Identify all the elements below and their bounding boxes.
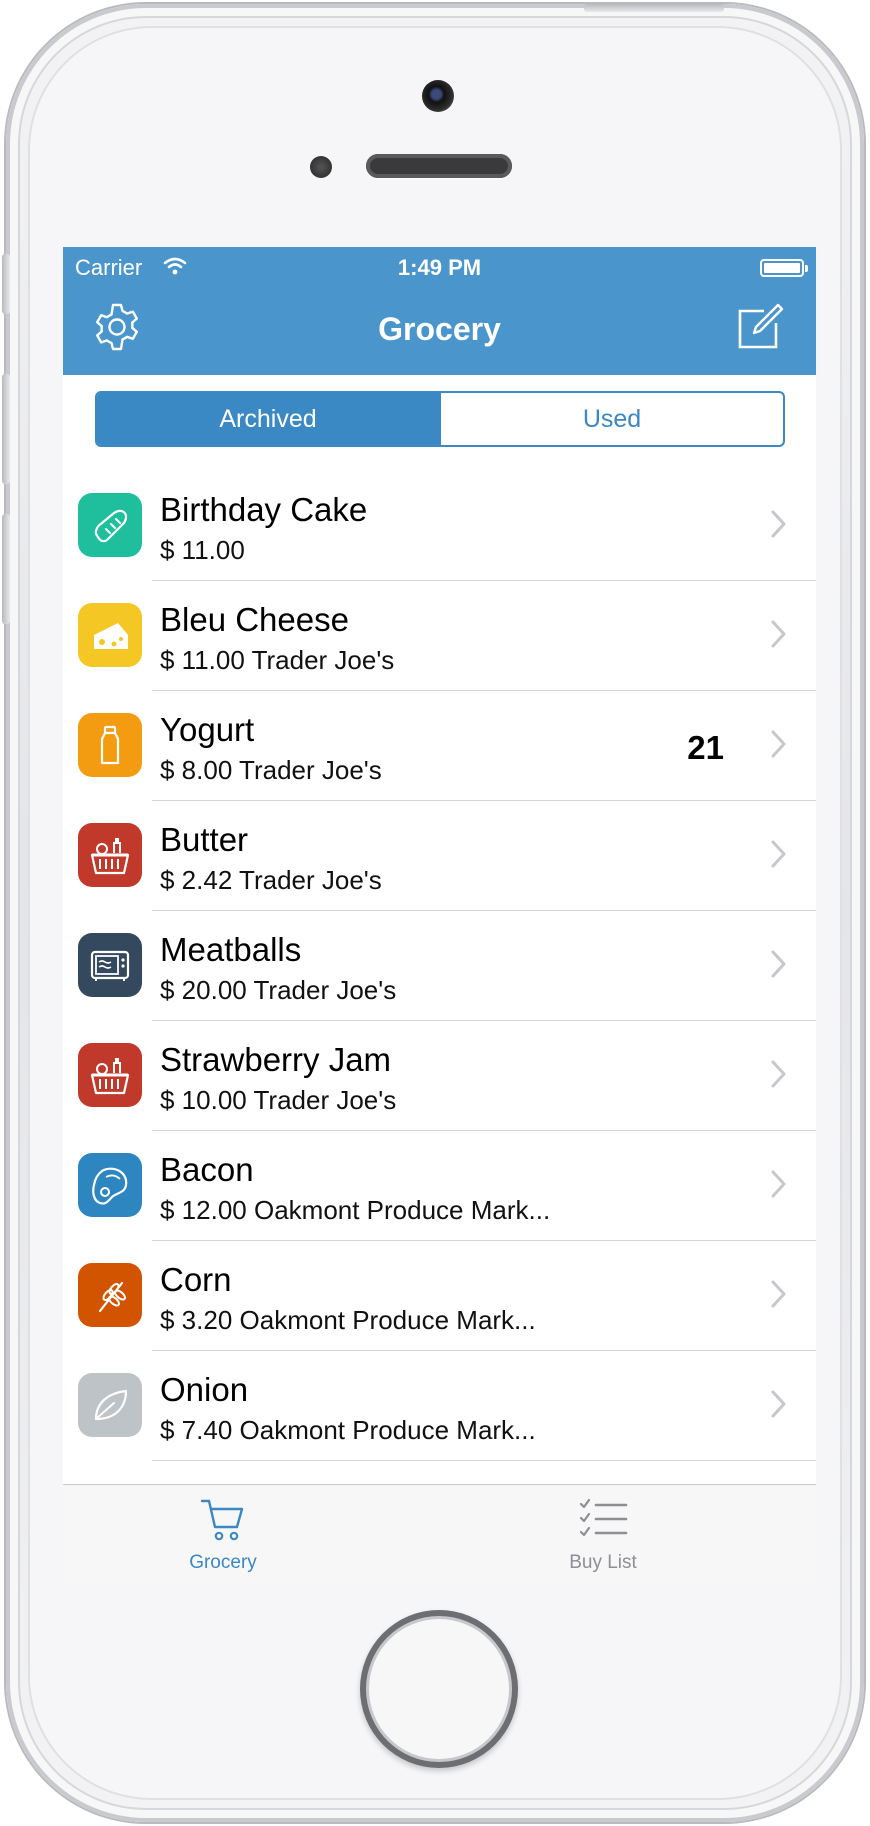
row-divider [152, 1460, 816, 1461]
list-item[interactable]: Onion $ 7.40 Oakmont Produce Mark... [63, 1351, 816, 1461]
item-name: Strawberry Jam [160, 1041, 392, 1078]
tab-buy-list[interactable]: Buy List [503, 1497, 703, 1574]
status-bar: Carrier 1:49 PM [63, 247, 816, 287]
item-detail: $ 11.00 Trader Joe's [160, 645, 395, 675]
earpiece-speaker [366, 154, 512, 178]
list-item[interactable]: Bacon $ 12.00 Oakmont Produce Mark... [63, 1131, 816, 1241]
microwave-icon [90, 950, 130, 981]
item-detail: $ 8.00 Trader Joe's [160, 755, 382, 785]
proximity-sensor [310, 156, 332, 178]
item-name: Birthday Cake [160, 491, 368, 528]
chevron-right-icon [771, 1170, 786, 1198]
item-detail: $ 7.40 Oakmont Produce Mark... [160, 1415, 536, 1445]
item-detail: $ 11.00 [160, 535, 245, 565]
navigation-bar: Carrier 1:49 PM Grocery [63, 247, 816, 375]
battery-icon [760, 259, 808, 277]
status-time: 1:49 PM [397, 255, 482, 280]
tab-bar: Grocery Buy List [63, 1484, 816, 1585]
volume-down-button [2, 514, 10, 624]
segment-archived[interactable]: Archived [97, 393, 439, 445]
compose-icon[interactable] [734, 301, 786, 353]
item-detail: $ 2.42 Trader Joe's [160, 865, 382, 895]
tab-buy-list-label: Buy List [569, 1552, 637, 1573]
item-name: Meatballs [160, 931, 302, 968]
list-item[interactable]: Meatballs $ 20.00 Trader Joe's [63, 911, 816, 1021]
item-category-icon [78, 493, 142, 557]
app-screen: Carrier 1:49 PM Grocery Archived Used Bi… [63, 247, 816, 1585]
segment-used[interactable]: Used [439, 393, 783, 445]
item-name: Bacon [160, 1151, 254, 1188]
item-category-icon [78, 1153, 142, 1217]
list-item[interactable]: Corn $ 3.20 Oakmont Produce Mark... [63, 1241, 816, 1351]
item-detail: $ 12.00 Oakmont Produce Mark... [160, 1195, 551, 1225]
tab-grocery-label: Grocery [189, 1552, 257, 1573]
page-title: Grocery [378, 311, 501, 347]
list-item[interactable]: Butter $ 2.42 Trader Joe's [63, 801, 816, 911]
chevron-right-icon [771, 620, 786, 648]
item-category-icon [78, 603, 142, 667]
cart-icon [200, 1499, 244, 1541]
checklist-icon [579, 1498, 628, 1537]
steak-icon [92, 1167, 128, 1205]
item-name: Butter [160, 821, 249, 858]
chevron-right-icon [771, 510, 786, 538]
list-item[interactable]: Birthday Cake $ 11.00 [63, 471, 816, 581]
item-list: Birthday Cake $ 11.00 Bleu Cheese $ 11.00 T… [63, 471, 816, 1461]
item-category-icon [78, 1043, 142, 1107]
front-camera [422, 80, 454, 112]
leaf-icon [94, 1389, 128, 1421]
chevron-right-icon [771, 1060, 786, 1088]
basket-icon [90, 1058, 130, 1095]
item-category-icon [78, 933, 142, 997]
segmented-control: Archived Used [95, 391, 785, 447]
list-item[interactable]: Bleu Cheese $ 11.00 Trader Joe's [63, 581, 816, 691]
bread-icon [94, 509, 128, 543]
chevron-right-icon [771, 1390, 786, 1418]
cheese-icon [94, 623, 128, 649]
item-name: Bleu Cheese [160, 601, 349, 638]
basket-icon [90, 838, 130, 875]
item-name: Yogurt [160, 711, 255, 748]
tab-grocery[interactable]: Grocery [123, 1497, 323, 1574]
item-category-icon [78, 713, 142, 777]
bottle-icon [100, 725, 120, 765]
list-item[interactable]: Yogurt $ 8.00 Trader Joe's 21 [63, 691, 816, 801]
wheat-icon [98, 1281, 126, 1313]
power-button [584, 4, 724, 12]
chevron-right-icon [771, 950, 786, 978]
item-category-icon [78, 823, 142, 887]
mute-switch [2, 254, 10, 314]
chevron-right-icon [771, 1280, 786, 1308]
item-detail: $ 20.00 Trader Joe's [160, 975, 397, 1005]
item-name: Onion [160, 1371, 249, 1408]
home-button[interactable] [360, 1610, 518, 1768]
item-count: 21 [687, 729, 724, 766]
list-item[interactable]: Strawberry Jam $ 10.00 Trader Joe's [63, 1021, 816, 1131]
item-detail: $ 3.20 Oakmont Produce Mark... [160, 1305, 536, 1335]
item-category-icon [78, 1263, 142, 1327]
item-detail: $ 10.00 Trader Joe's [160, 1085, 397, 1115]
item-category-icon [78, 1373, 142, 1437]
item-name: Corn [160, 1261, 232, 1298]
chevron-right-icon [771, 840, 786, 868]
volume-up-button [2, 374, 10, 484]
chevron-right-icon [771, 730, 786, 758]
